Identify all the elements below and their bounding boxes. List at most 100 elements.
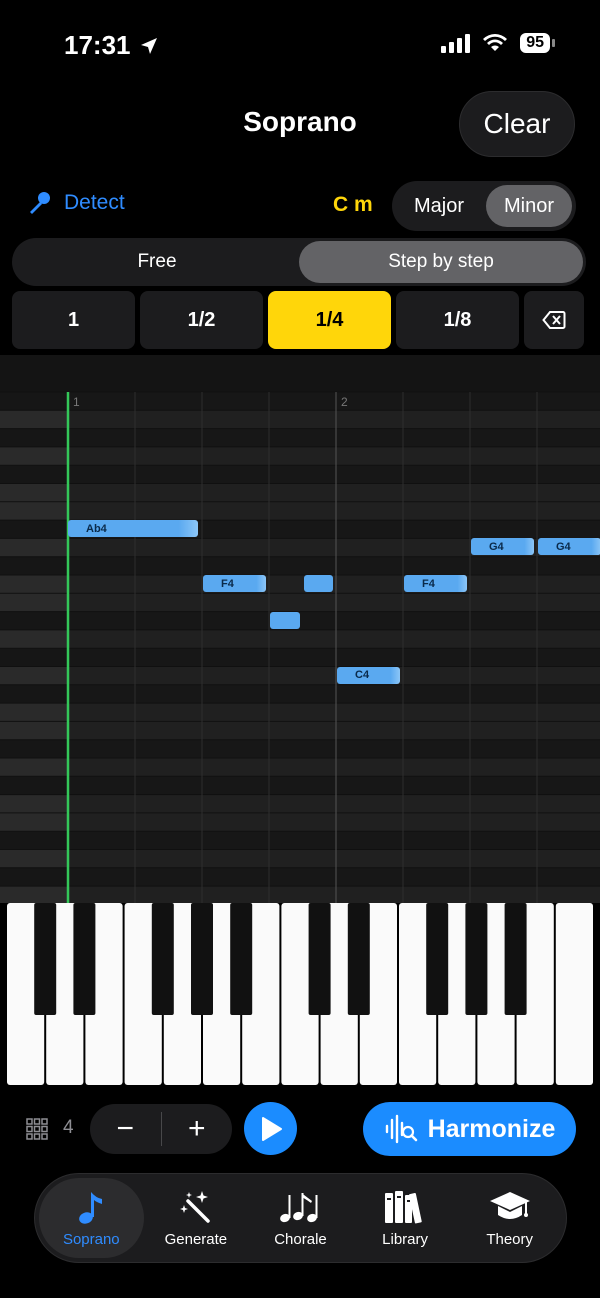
- status-bar: 17:31 95: [0, 0, 600, 90]
- roll-key-row: [0, 520, 68, 539]
- clock-text: 17:31: [64, 30, 131, 60]
- play-button[interactable]: [244, 1102, 297, 1155]
- note-block[interactable]: G4: [538, 538, 600, 556]
- black-key: [73, 903, 96, 1015]
- beats-per-bar: 4: [63, 1117, 74, 1138]
- key-name: C m: [333, 193, 373, 216]
- roll-key-row: [0, 886, 68, 903]
- roll-key-row: [0, 611, 68, 630]
- roll-lane: [68, 684, 600, 704]
- detect-button[interactable]: Detect: [26, 190, 125, 216]
- roll-lane: [68, 629, 600, 649]
- tab-label: Theory: [486, 1230, 534, 1248]
- tab-generate[interactable]: Generate: [144, 1178, 249, 1258]
- tab-label: Chorale: [274, 1230, 327, 1248]
- duration-quarter[interactable]: 1/4: [268, 291, 391, 349]
- delete-note-button[interactable]: [524, 291, 584, 349]
- roll-key-row: [0, 831, 68, 850]
- piano-roll-grid: [0, 391, 600, 903]
- duration-half[interactable]: 1/2: [140, 291, 263, 349]
- note-block[interactable]: [303, 575, 333, 592]
- roll-key-row: [0, 538, 68, 557]
- roll-lane: [68, 428, 600, 447]
- roll-key-row: [0, 556, 68, 575]
- increment-button[interactable]: +: [162, 1112, 233, 1146]
- input-mode-free[interactable]: Free: [15, 241, 299, 283]
- roll-lane: [68, 556, 600, 575]
- black-key: [191, 903, 213, 1015]
- roll-key-row: [0, 867, 68, 887]
- waveform-search-icon: [385, 1114, 417, 1144]
- roll-lane: [68, 886, 600, 903]
- roll-key-row: [0, 629, 68, 649]
- decrement-button[interactable]: −: [90, 1112, 161, 1146]
- bar-number: 2: [341, 395, 348, 409]
- roll-key-row: [0, 776, 68, 795]
- note-block[interactable]: F4: [203, 575, 266, 592]
- tab-label: Generate: [164, 1230, 228, 1248]
- piano-roll[interactable]: 1 2 Ab4 F4 C4 F4 G4 G4: [0, 355, 600, 903]
- note-block[interactable]: Ab4: [68, 520, 198, 538]
- grid-icon[interactable]: [26, 1118, 48, 1140]
- duration-selector: 1 1/2 1/4 1/8: [12, 291, 584, 349]
- harmonize-button[interactable]: Harmonize: [363, 1102, 576, 1156]
- duration-eighth[interactable]: 1/8: [396, 291, 519, 349]
- white-key: [555, 903, 593, 1085]
- roll-key-row: [0, 721, 68, 740]
- tab-theory[interactable]: Theory: [457, 1178, 562, 1258]
- roll-key-row: [0, 446, 68, 466]
- black-key: [465, 903, 488, 1015]
- roll-lane: [68, 666, 600, 685]
- roll-key-row: [0, 465, 68, 484]
- roll-key-row: [0, 648, 68, 667]
- backspace-icon: [542, 311, 566, 329]
- piano-keyboard[interactable]: [6, 903, 594, 1085]
- roll-key-row: [0, 501, 68, 521]
- roll-lane: [68, 392, 600, 411]
- clear-button[interactable]: Clear: [459, 91, 575, 157]
- books-icon: [385, 1190, 422, 1223]
- roll-key-row: [0, 758, 68, 777]
- location-arrow-icon: [140, 37, 157, 54]
- black-key: [151, 903, 174, 1015]
- roll-lane: [68, 758, 600, 777]
- roll-key-row: [0, 666, 68, 685]
- roll-lane: [68, 794, 600, 813]
- note-block[interactable]: C4: [337, 666, 400, 684]
- roll-lane: [68, 611, 600, 630]
- roll-lane: [68, 776, 600, 795]
- tab-bar: Soprano Generate Chorale Library Theory: [34, 1173, 567, 1263]
- graduation-cap-icon: [489, 1191, 530, 1219]
- duration-whole[interactable]: 1: [12, 291, 135, 349]
- note-block[interactable]: G4: [471, 538, 534, 556]
- music-notes-icon: [280, 1192, 318, 1222]
- roll-key-row: [0, 684, 68, 704]
- music-note-icon: [79, 1191, 103, 1224]
- note-block[interactable]: [270, 611, 300, 629]
- status-time: 17:31: [64, 30, 159, 61]
- magic-wand-icon: [179, 1190, 210, 1223]
- black-key: [230, 903, 253, 1015]
- black-key: [504, 903, 527, 1015]
- mode-major[interactable]: Major: [396, 185, 482, 227]
- status-indicators: 95: [441, 33, 555, 53]
- roll-lane: [68, 721, 600, 740]
- mode-minor[interactable]: Minor: [486, 185, 572, 227]
- microphone-icon: [30, 192, 50, 214]
- play-icon: [261, 1116, 282, 1141]
- roll-lane: [68, 831, 600, 850]
- tab-soprano[interactable]: Soprano: [39, 1178, 144, 1258]
- black-key: [347, 903, 370, 1015]
- roll-lane: [68, 501, 600, 521]
- beats-stepper: − +: [90, 1104, 232, 1154]
- input-mode-control: Free Step by step: [12, 238, 586, 286]
- roll-key-row: [0, 593, 68, 612]
- black-key: [426, 903, 449, 1015]
- note-block[interactable]: F4: [404, 575, 467, 592]
- tab-library[interactable]: Library: [353, 1178, 458, 1258]
- roll-lane: [68, 483, 600, 502]
- tab-label: Soprano: [62, 1230, 120, 1248]
- input-mode-step[interactable]: Step by step: [299, 241, 583, 283]
- roll-lane: [68, 648, 600, 667]
- tab-chorale[interactable]: Chorale: [248, 1178, 353, 1258]
